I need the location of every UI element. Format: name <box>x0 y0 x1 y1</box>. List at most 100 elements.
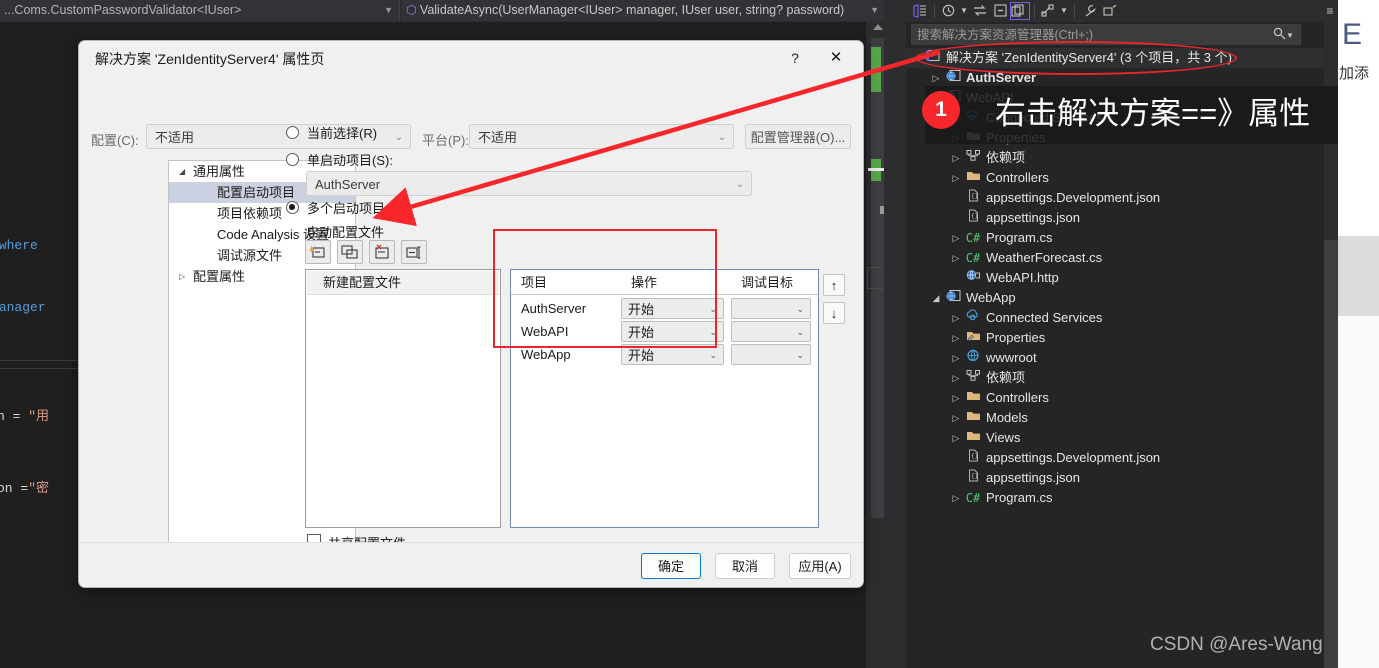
properties-folder-icon <box>964 328 982 348</box>
chevron-right-icon[interactable]: ▷ <box>950 228 962 248</box>
move-up-button[interactable]: ↑ <box>823 274 845 296</box>
chevron-down-icon[interactable]: ▼ <box>1054 2 1074 20</box>
solution-search-input[interactable]: 搜索解决方案资源管理器(Ctrl+;) <box>911 24 1301 45</box>
grid-cell-project[interactable]: WebAPI <box>521 321 568 343</box>
tree-node-label: WeatherForecast.cs <box>986 250 1103 265</box>
tree-node-label: Properties <box>986 330 1046 345</box>
tree-node[interactable]: WebAPI.http <box>906 268 1324 288</box>
tree-node[interactable]: ▷ Controllers <box>906 168 1324 188</box>
grid-header-action: 操作 <box>621 270 731 295</box>
chevron-right-icon[interactable]: ▷ <box>950 168 962 188</box>
chevron-right-icon[interactable]: ▷ <box>950 408 962 428</box>
scroll-up-icon[interactable] <box>873 24 883 30</box>
preview-icon[interactable] <box>1100 2 1120 20</box>
startup-projects-grid[interactable]: 项目 操作 调试目标 AuthServer 开始 ⌄ ⌄ WebAPI 开始 ⌄ ⌄ WebAp… <box>510 269 819 528</box>
tree-node[interactable]: ▷ C# WeatherForecast.cs <box>906 248 1324 268</box>
chevron-right-icon[interactable]: ▷ <box>950 368 962 388</box>
sync-icon[interactable] <box>970 2 990 20</box>
tree-node-label: Models <box>986 410 1028 425</box>
csharp-file-icon: C# <box>965 231 981 245</box>
chevron-right-icon[interactable]: ▷ <box>950 348 962 368</box>
tree-node[interactable]: ▷ Models <box>906 408 1324 428</box>
chevron-right-icon[interactable]: ▷ <box>950 488 962 508</box>
tree-node[interactable]: ▷ 依赖项 <box>906 368 1324 388</box>
chevron-right-icon[interactable]: ▷ <box>950 248 962 268</box>
member-context-dropdown[interactable]: ⬡ ValidateAsync(UserManager<IUser> manage… <box>402 0 886 21</box>
help-button[interactable]: ? <box>783 48 807 68</box>
tree-node[interactable]: ▷ Connected Services <box>906 308 1324 328</box>
grid-debug-target-dropdown[interactable]: ⌄ <box>731 321 811 342</box>
apply-button[interactable]: 应用(A) <box>789 553 851 579</box>
grid-action-dropdown[interactable]: 开始 ⌄ <box>621 321 724 342</box>
tree-node[interactable]: ▷ Views <box>906 428 1324 448</box>
tree-node-label: 依赖项 <box>986 150 1026 165</box>
radio-current-selection[interactable] <box>286 126 299 139</box>
tree-node[interactable]: ▷ C# Program.cs <box>906 228 1324 248</box>
code-fragment: iption = "用 <box>0 409 50 424</box>
cancel-button[interactable]: 取消 <box>715 553 775 579</box>
tree-node[interactable]: ▷ 依赖项 <box>906 148 1324 168</box>
json-file-icon: {} <box>964 188 982 208</box>
chevron-right-icon[interactable]: ▷ <box>950 148 962 168</box>
tree-node-label: appsettings.Development.json <box>986 190 1161 205</box>
ok-button[interactable]: 确定 <box>641 553 701 579</box>
scrollbar-change-marker <box>871 47 881 92</box>
profile-listbox[interactable]: 新建配置文件 <box>305 269 501 528</box>
platform-dropdown[interactable]: 不适用 ⌄ <box>469 124 734 149</box>
move-down-button[interactable]: ↓ <box>823 302 845 324</box>
copy-profile-icon[interactable] <box>337 240 363 264</box>
grid-action-value: 开始 <box>628 302 655 317</box>
config-manager-button[interactable]: 配置管理器(O)... <box>745 124 851 149</box>
close-button[interactable]: ✕ <box>823 47 849 69</box>
type-context-dropdown[interactable]: ...Coms.CustomPasswordValidator<IUser> ▼ <box>0 0 400 21</box>
annotation-callout-text: 右击解决方案==》属性 <box>995 96 1311 131</box>
tree-node[interactable]: ▷ Controllers <box>906 388 1324 408</box>
grid-debug-target-dropdown[interactable]: ⌄ <box>731 344 811 365</box>
rename-profile-icon[interactable] <box>401 240 427 264</box>
wrench-icon[interactable] <box>1080 2 1100 20</box>
right-gutter-bottom <box>1324 240 1338 668</box>
tree-node[interactable]: ◢ WebApp <box>906 288 1324 308</box>
radio-single-startup[interactable] <box>286 153 299 166</box>
tree-node-label: appsettings.Development.json <box>986 450 1161 465</box>
grid-cell-project[interactable]: AuthServer <box>521 298 586 320</box>
grid-debug-target-dropdown[interactable]: ⌄ <box>731 298 811 319</box>
delete-profile-icon[interactable] <box>369 240 395 264</box>
chevron-down-icon[interactable]: ◢ <box>179 161 185 182</box>
chevron-down-icon: ⌄ <box>796 327 804 337</box>
grid-action-dropdown[interactable]: 开始 ⌄ <box>621 344 724 365</box>
tree-node[interactable]: 解决方案 'ZenIdentityServer4' (3 个项目，共 3 个) <box>906 48 1324 68</box>
web-project-icon <box>944 68 962 88</box>
tree-node[interactable]: ▷ wwwroot <box>906 348 1324 368</box>
chevron-down-icon: ⌄ <box>717 132 726 143</box>
single-startup-project-dropdown[interactable]: AuthServer ⌄ <box>306 171 752 196</box>
search-icon[interactable]: ▼ <box>1273 24 1305 45</box>
grid-cell-project[interactable]: WebApp <box>521 344 571 366</box>
tree-node[interactable]: ▷ C# Program.cs <box>906 488 1324 508</box>
collapse-all-icon[interactable] <box>991 2 1011 20</box>
tree-node[interactable]: {} appsettings.Development.json <box>906 188 1324 208</box>
tool-window-options-icon[interactable]: ≡ <box>1320 2 1340 20</box>
tree-node[interactable]: {} appsettings.json <box>906 468 1324 488</box>
chevron-right-icon[interactable]: ▷ <box>950 428 962 448</box>
chevron-right-icon[interactable]: ▷ <box>950 328 962 348</box>
chevron-right-icon[interactable]: ▷ <box>930 68 942 88</box>
nav-item-label: 配置属性 <box>193 269 246 284</box>
tree-node[interactable]: ▷ Properties <box>906 328 1324 348</box>
code-fragment: User> where <box>0 238 38 253</box>
grid-action-dropdown[interactable]: 开始 ⌄ <box>621 298 724 319</box>
new-profile-icon[interactable] <box>305 240 331 264</box>
radio-multiple-startup[interactable] <box>286 201 299 214</box>
chevron-right-icon[interactable]: ▷ <box>950 388 962 408</box>
chevron-right-icon[interactable]: ▷ <box>950 308 962 328</box>
chevron-right-icon[interactable]: ▷ <box>179 266 185 287</box>
tree-node-label: appsettings.json <box>986 210 1080 225</box>
tree-node[interactable]: ▷ AuthServer <box>906 68 1324 88</box>
chevron-down-icon[interactable]: ◢ <box>930 288 942 308</box>
profile-list-item[interactable]: 新建配置文件 <box>307 271 499 295</box>
tree-node[interactable]: {} appsettings.Development.json <box>906 448 1324 468</box>
code-view-icon[interactable] <box>910 2 930 20</box>
platform-value: 不适用 <box>478 130 518 145</box>
show-all-files-toggle[interactable] <box>1010 2 1030 20</box>
tree-node[interactable]: {} appsettings.json <box>906 208 1324 228</box>
